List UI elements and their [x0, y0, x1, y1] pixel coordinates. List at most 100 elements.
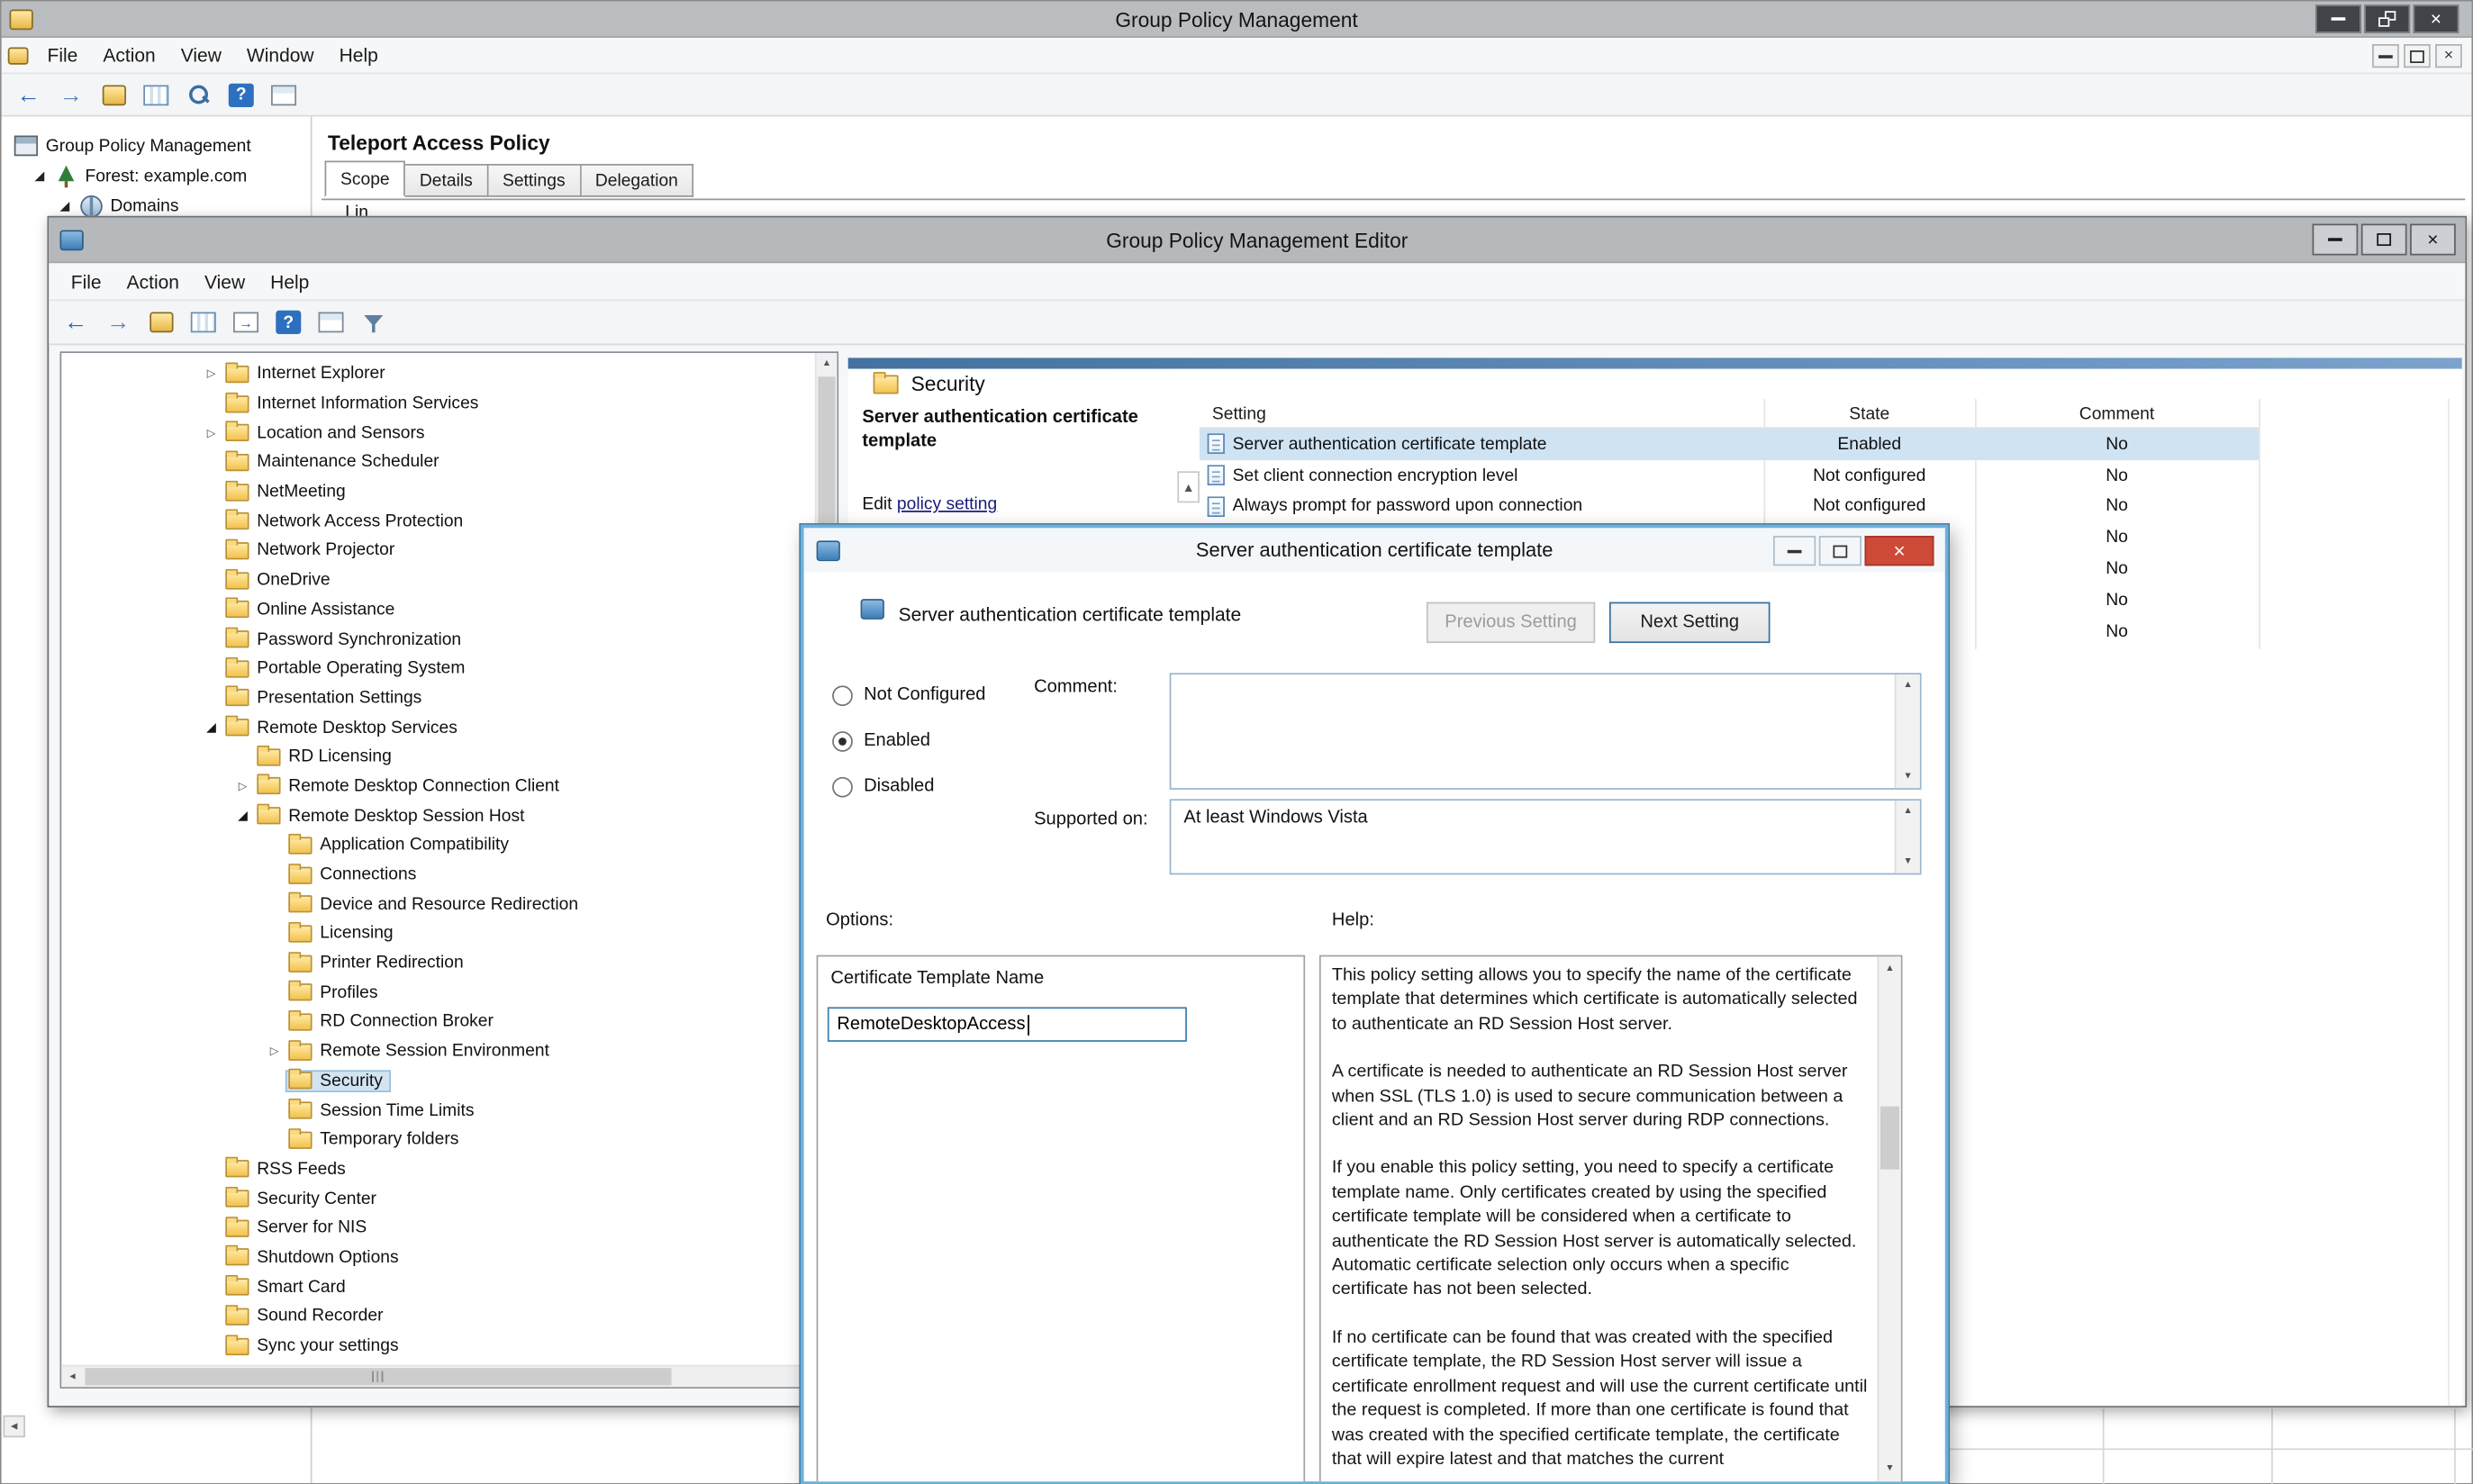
- tree-item-device-and-resource-redirection[interactable]: Device and Resource Redirection: [61, 890, 815, 919]
- tree-item-temporary-folders[interactable]: Temporary folders: [61, 1125, 815, 1154]
- scroll-down-button[interactable]: ▼: [1896, 766, 1919, 789]
- radio-button-icon[interactable]: [832, 776, 853, 797]
- maximize-button[interactable]: [2361, 224, 2407, 256]
- tree-item-remote-desktop-connection-client[interactable]: ▷Remote Desktop Connection Client: [61, 772, 815, 801]
- close-button[interactable]: ×: [2410, 224, 2456, 256]
- tab-settings[interactable]: Settings: [488, 164, 581, 197]
- column-header-setting[interactable]: Setting: [1200, 404, 1764, 423]
- scroll-up-button[interactable]: ▲: [817, 353, 838, 376]
- gpme-menu-file[interactable]: File: [59, 266, 114, 297]
- collapsed-arrow-icon[interactable]: ▷: [231, 780, 254, 792]
- radio-button-icon[interactable]: [832, 684, 853, 705]
- gpme-menu-help[interactable]: Help: [258, 266, 322, 297]
- tab-scope[interactable]: Scope: [325, 161, 406, 197]
- collapsed-arrow-icon[interactable]: ▷: [200, 367, 222, 380]
- tree-item-smart-card[interactable]: Smart Card: [61, 1272, 815, 1302]
- tree-item-internet-explorer[interactable]: ▷Internet Explorer: [61, 359, 815, 389]
- tree-item-security[interactable]: Security: [61, 1066, 815, 1096]
- tree-item-licensing[interactable]: Licensing: [61, 918, 815, 948]
- console-window-icon[interactable]: [140, 79, 172, 111]
- tree-item-server-for-nis[interactable]: Server for NIS: [61, 1214, 815, 1244]
- comment-scrollbar[interactable]: ▲ ▼: [1895, 674, 1920, 788]
- collapse-description-button[interactable]: ▲: [1177, 471, 1200, 502]
- scrollbar-thumb[interactable]: [86, 1368, 672, 1385]
- gpm-menu-file[interactable]: File: [35, 40, 91, 71]
- tree-item-remote-desktop-services[interactable]: ◢Remote Desktop Services: [61, 713, 815, 743]
- supported-scrollbar[interactable]: ▲ ▼: [1895, 801, 1920, 873]
- tree-item-location-and-sensors[interactable]: ▷Location and Sensors: [61, 418, 815, 448]
- tree-item-rd-connection-broker[interactable]: RD Connection Broker: [61, 1008, 815, 1037]
- tree-item-profiles[interactable]: Profiles: [61, 978, 815, 1008]
- expanded-arrow-icon[interactable]: ◢: [60, 199, 81, 213]
- scroll-up-button[interactable]: ▲: [1879, 956, 1901, 980]
- help-scrollbar[interactable]: ▲ ▼: [1877, 956, 1900, 1484]
- tree-item-netmeeting[interactable]: NetMeeting: [61, 477, 815, 507]
- supported-on-textarea[interactable]: At least Windows Vista ▲ ▼: [1170, 799, 1922, 874]
- tree-item-printer-redirection[interactable]: Printer Redirection: [61, 948, 815, 978]
- tree-item-onedrive[interactable]: OneDrive: [61, 566, 815, 595]
- tree-item-maintenance-scheduler[interactable]: Maintenance Scheduler: [61, 448, 815, 477]
- tree-item-sync-your-settings[interactable]: Sync your settings: [61, 1331, 815, 1361]
- next-setting-button[interactable]: Next Setting: [1609, 602, 1771, 644]
- filter-button[interactable]: [358, 306, 389, 338]
- tree-item-internet-information-services[interactable]: Internet Information Services: [61, 389, 815, 419]
- gpme-titlebar[interactable]: Group Policy Management Editor ×: [49, 218, 2465, 264]
- tree-item-rd-licensing[interactable]: RD Licensing: [61, 742, 815, 772]
- radio-disabled[interactable]: Disabled: [832, 769, 985, 804]
- tree-item-group-policy-management[interactable]: Group Policy Management: [14, 131, 251, 160]
- maximize-button[interactable]: [1819, 536, 1862, 566]
- scroll-up-button[interactable]: ▲: [1896, 801, 1919, 823]
- scroll-left-button[interactable]: ◄: [4, 1416, 26, 1438]
- minimize-button[interactable]: [2313, 224, 2359, 256]
- tree-horizontal-scrollbar[interactable]: ◄ ►: [61, 1365, 815, 1388]
- show-console-tree-icon[interactable]: [98, 79, 130, 111]
- expanded-arrow-icon[interactable]: ◢: [200, 720, 222, 735]
- tree-item-forest-example-com[interactable]: ◢ Forest: example.com: [35, 161, 248, 191]
- minimize-button[interactable]: [1773, 536, 1816, 566]
- tree-item-remote-desktop-session-host[interactable]: ◢Remote Desktop Session Host: [61, 801, 815, 831]
- tree-item-portable-operating-system[interactable]: Portable Operating System: [61, 654, 815, 683]
- columns-icon[interactable]: [315, 306, 347, 338]
- tree-item-presentation-settings[interactable]: Presentation Settings: [61, 683, 815, 713]
- gpm-menu-action[interactable]: Action: [90, 40, 168, 71]
- radio-button-icon[interactable]: [832, 730, 853, 751]
- settings-row-set-client-connection-encryption-level[interactable]: Set client connection encryption levelNo…: [1200, 460, 2259, 492]
- tree-item-remote-session-environment[interactable]: ▷Remote Session Environment: [61, 1036, 815, 1066]
- export-list-icon[interactable]: →: [231, 306, 262, 338]
- settings-row-server-authentication-certificate-template[interactable]: Server authentication certificate templa…: [1200, 429, 2259, 460]
- restore-button[interactable]: [2364, 5, 2410, 33]
- forward-icon[interactable]: →: [103, 306, 134, 338]
- settings-row-always-prompt-for-password-upon-connection[interactable]: Always prompt for password upon connecti…: [1200, 491, 2259, 522]
- tree-item-connections[interactable]: Connections: [61, 860, 815, 890]
- child-minimize-button[interactable]: [2372, 44, 2399, 68]
- tab-details[interactable]: Details: [405, 164, 488, 197]
- gpm-menu-view[interactable]: View: [168, 40, 234, 71]
- collapsed-arrow-icon[interactable]: ▷: [263, 1045, 285, 1058]
- tree-item-application-compatibility[interactable]: Application Compatibility: [61, 830, 815, 860]
- column-header-state[interactable]: State: [1763, 404, 1975, 423]
- back-icon[interactable]: ←: [13, 79, 44, 111]
- collapsed-arrow-icon[interactable]: ▷: [200, 427, 222, 439]
- forward-icon[interactable]: →: [55, 79, 86, 111]
- scroll-left-button[interactable]: ◄: [61, 1366, 84, 1387]
- back-icon[interactable]: ←: [60, 306, 92, 338]
- scrollbar-thumb[interactable]: [1880, 1107, 1899, 1170]
- scroll-up-button[interactable]: ▲: [1896, 674, 1919, 697]
- tree-item-session-time-limits[interactable]: Session Time Limits: [61, 1096, 815, 1126]
- tree-item-shutdown-options[interactable]: Shutdown Options: [61, 1243, 815, 1272]
- tab-delegation[interactable]: Delegation: [581, 164, 693, 197]
- search-icon[interactable]: [183, 79, 214, 111]
- column-header-comment[interactable]: Comment: [1975, 404, 2259, 423]
- scroll-down-button[interactable]: ▼: [1879, 1456, 1901, 1479]
- tree-item-network-projector[interactable]: Network Projector: [61, 536, 815, 566]
- tree-item-security-center[interactable]: Security Center: [61, 1184, 815, 1214]
- certificate-template-name-input[interactable]: RemoteDesktopAccess: [828, 1007, 1187, 1042]
- gpme-menu-action[interactable]: Action: [114, 266, 192, 297]
- minimize-button[interactable]: [2315, 5, 2361, 33]
- tree-item-network-access-protection[interactable]: Network Access Protection: [61, 507, 815, 537]
- dialog-titlebar[interactable]: Server authentication certificate templa…: [804, 528, 1945, 572]
- radio-not-configured[interactable]: Not Configured: [832, 678, 985, 713]
- help-button[interactable]: ?: [273, 306, 304, 338]
- tree-item-online-assistance[interactable]: Online Assistance: [61, 595, 815, 625]
- console-window-icon[interactable]: [187, 306, 219, 338]
